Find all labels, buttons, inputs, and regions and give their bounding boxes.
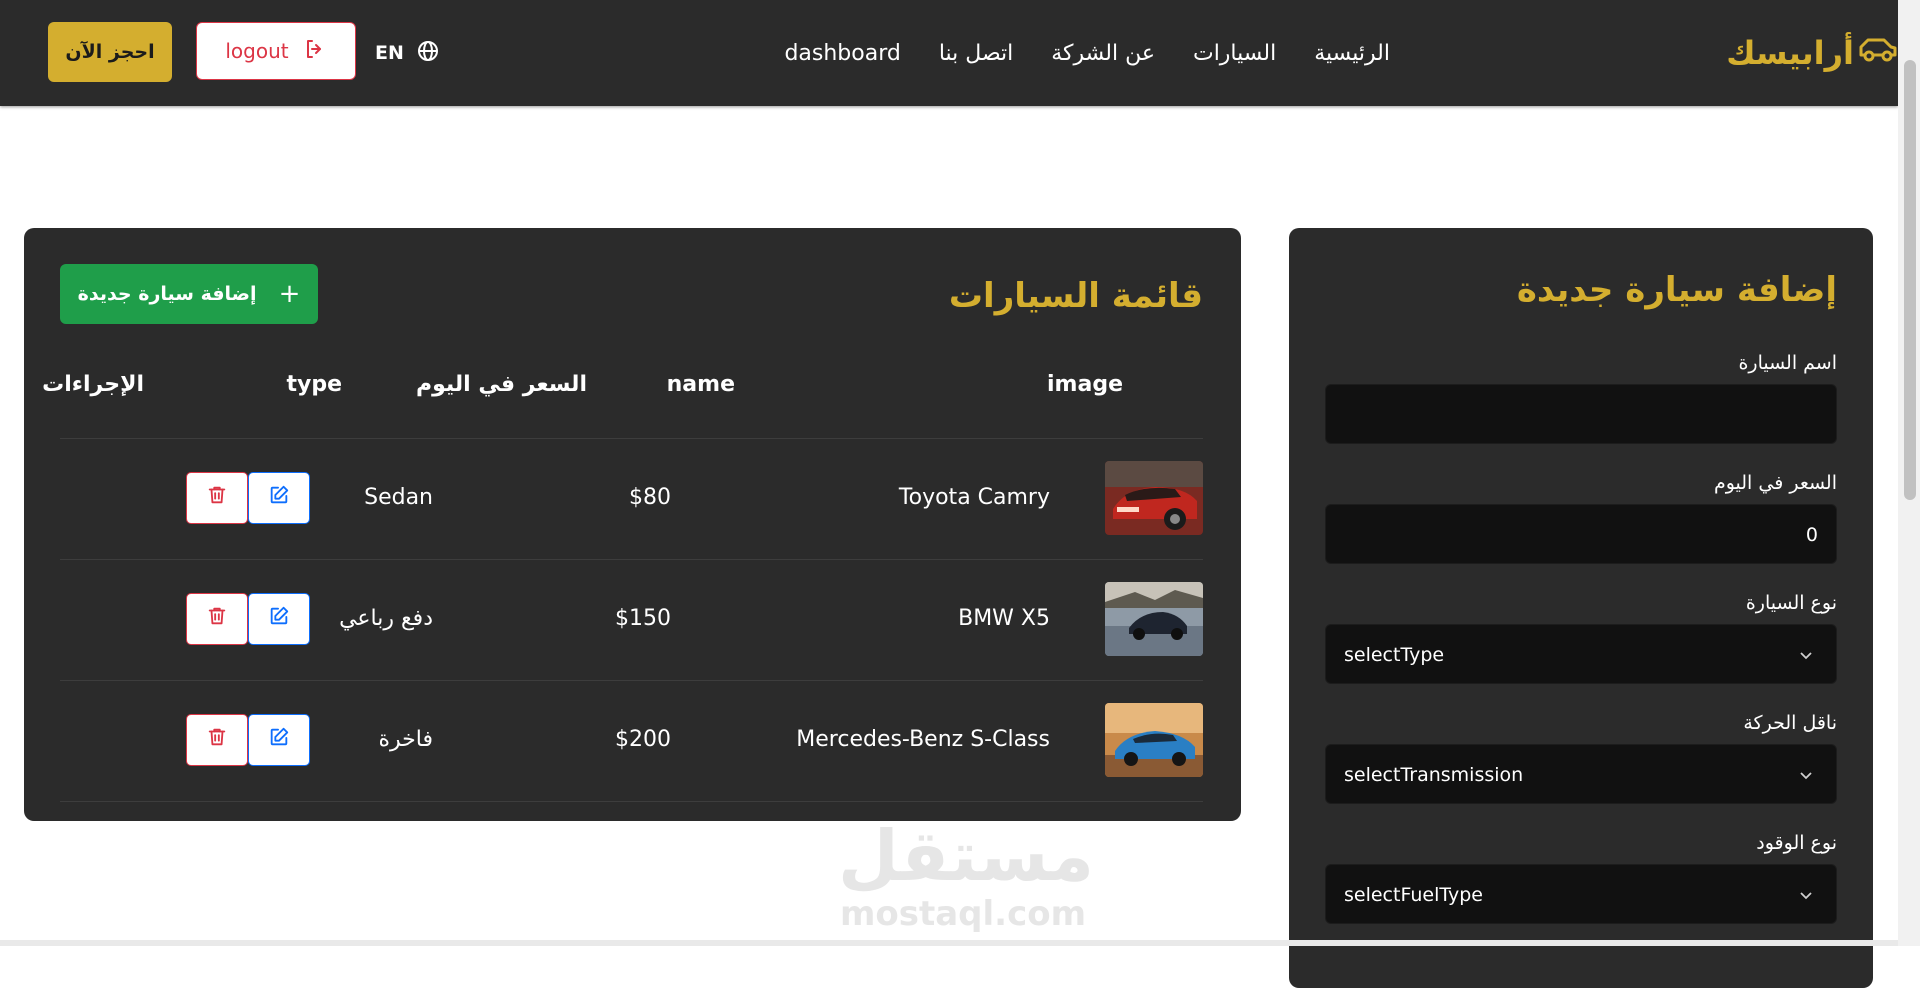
car-icon — [1858, 34, 1898, 72]
table-header: image name السعر في اليوم type الإجراءات — [42, 358, 1203, 439]
logout-button[interactable]: logout — [196, 22, 356, 80]
car-name: BMW X5 — [958, 606, 1050, 631]
car-price: $200 — [615, 727, 671, 752]
bottom-edge — [0, 940, 1898, 946]
transmission-value: selectTransmission — [1344, 764, 1524, 786]
edit-button[interactable] — [248, 593, 310, 645]
car-thumbnail — [1105, 703, 1203, 777]
car-type: فاخرة — [378, 727, 433, 752]
trash-icon — [206, 605, 228, 633]
logout-label: logout — [225, 39, 289, 63]
book-now-button[interactable]: احجز الآن — [48, 22, 172, 82]
nav-contact[interactable]: اتصل بنا — [939, 41, 1013, 66]
column-name: name — [666, 372, 735, 397]
brand-logo[interactable]: أرابيسك — [1718, 30, 1898, 76]
fuel-type-value: selectFuelType — [1344, 884, 1483, 906]
edit-icon — [268, 726, 290, 754]
language-label: EN — [375, 42, 404, 64]
column-actions: الإجراءات — [42, 372, 144, 397]
add-car-label: إضافة سيارة جديدة — [77, 283, 257, 305]
car-thumbnail — [1105, 461, 1203, 535]
trash-icon — [206, 484, 228, 512]
car-type: دفع رباعي — [339, 606, 433, 631]
language-switch[interactable]: EN — [375, 38, 440, 68]
fuel-type-label: نوع الوقود — [1756, 832, 1837, 854]
watermark-latin: mostaql.com — [839, 894, 1087, 934]
nav-dashboard[interactable]: dashboard — [784, 41, 900, 66]
form-title: إضافة سيارة جديدة — [1516, 270, 1837, 310]
chevron-down-icon — [1800, 772, 1812, 780]
edit-button[interactable] — [248, 714, 310, 766]
car-type-label: نوع السيارة — [1745, 592, 1837, 614]
edit-icon — [268, 605, 290, 633]
delete-button[interactable] — [186, 593, 248, 645]
car-thumbnail — [1105, 582, 1203, 656]
chevron-down-icon — [1800, 652, 1812, 660]
table-row: Toyota Camry $80 Sedan — [60, 439, 1203, 560]
brand-name: أرابيسك — [1726, 34, 1854, 72]
plus-icon: + — [278, 279, 301, 309]
table-row: BMW X5 $150 دفع رباعي — [60, 560, 1203, 681]
table-row: Mercedes-Benz S-Class $200 فاخرة — [60, 681, 1203, 802]
transmission-label: ناقل الحركة — [1743, 712, 1837, 734]
nav-about[interactable]: عن الشركة — [1051, 41, 1155, 66]
car-name-label: اسم السيارة — [1738, 352, 1837, 374]
delete-button[interactable] — [186, 472, 248, 524]
top-navbar: أرابيسك الرئيسية السيارات عن الشركة اتصل… — [0, 0, 1898, 106]
add-car-button[interactable]: + إضافة سيارة جديدة — [60, 264, 318, 324]
edit-icon — [268, 484, 290, 512]
column-type: type — [286, 372, 342, 397]
car-name: Toyota Camry — [898, 485, 1050, 510]
car-price: $150 — [615, 606, 671, 631]
car-type-select[interactable]: selectType — [1325, 624, 1837, 684]
main-nav: الرئيسية السيارات عن الشركة اتصل بنا das… — [784, 36, 1390, 70]
column-image: image — [1047, 372, 1123, 397]
delete-button[interactable] — [186, 714, 248, 766]
fuel-type-select[interactable]: selectFuelType — [1325, 864, 1837, 924]
cars-list-title: قائمة السيارات — [948, 276, 1203, 316]
trash-icon — [206, 726, 228, 754]
price-input[interactable]: 0 — [1325, 504, 1837, 564]
nav-home[interactable]: الرئيسية — [1314, 41, 1390, 66]
transmission-select[interactable]: selectTransmission — [1325, 744, 1837, 804]
add-car-form-panel: إضافة سيارة جديدة اسم السيارة السعر في ا… — [1289, 228, 1873, 988]
scrollbar-thumb[interactable] — [1904, 60, 1916, 500]
car-type-value: selectType — [1344, 644, 1445, 666]
column-price: السعر في اليوم — [416, 372, 587, 397]
cars-list-panel: قائمة السيارات + إضافة سيارة جديدة image… — [24, 228, 1241, 821]
price-label: السعر في اليوم — [1713, 472, 1837, 494]
car-name-input[interactable] — [1325, 384, 1837, 444]
page-scrollbar[interactable] — [1898, 0, 1920, 946]
chevron-down-icon — [1800, 892, 1812, 900]
nav-cars[interactable]: السيارات — [1193, 41, 1276, 66]
globe-icon — [416, 39, 440, 68]
car-type: Sedan — [364, 485, 433, 510]
logout-icon — [303, 37, 327, 66]
car-price: $80 — [629, 485, 671, 510]
watermark-arabic: مستقل — [838, 815, 1095, 897]
car-name: Mercedes-Benz S-Class — [796, 727, 1050, 752]
mostaql-watermark: مستقل mostaql.com — [838, 815, 1095, 934]
edit-button[interactable] — [248, 472, 310, 524]
